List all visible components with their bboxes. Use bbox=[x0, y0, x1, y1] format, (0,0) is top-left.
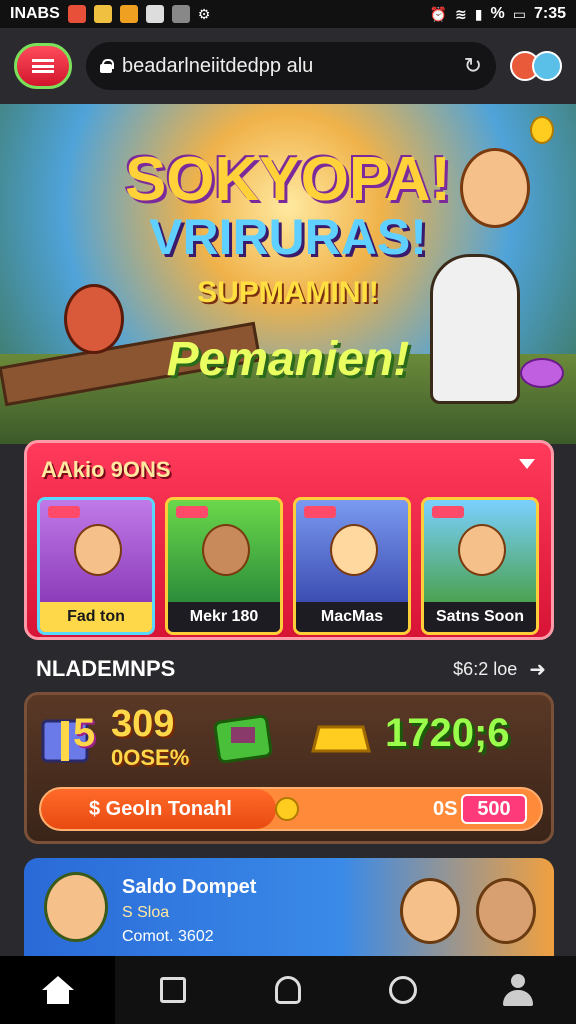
character-illustration bbox=[330, 524, 378, 576]
kid-character-illustration bbox=[400, 878, 460, 944]
progress-label: $ Geoln Tonahl bbox=[89, 798, 232, 820]
browser-bar: beadarlneiitdedpp alu ↻ bbox=[0, 28, 576, 104]
bonus-number: 309 bbox=[111, 703, 175, 745]
avatar-icon-2 bbox=[532, 51, 562, 81]
character-illustration bbox=[74, 524, 122, 576]
settings-icon: ⚙ bbox=[197, 5, 211, 22]
chat-icon bbox=[93, 5, 112, 23]
status-time: 7:35 bbox=[533, 5, 566, 22]
hero-title: SOKYOPA! bbox=[124, 145, 452, 214]
character-illustration bbox=[458, 524, 506, 576]
card-badge bbox=[176, 506, 208, 518]
bottom-nav-bar bbox=[0, 956, 576, 1024]
nav-shape[interactable] bbox=[230, 956, 345, 1024]
section-link[interactable]: $6:2 loe ➜ bbox=[453, 657, 546, 682]
d-app-icon bbox=[119, 5, 138, 23]
game-card-label: MacMas bbox=[296, 602, 408, 632]
circle-icon bbox=[389, 976, 418, 1004]
coin-icon bbox=[275, 797, 299, 821]
game-card[interactable]: MacMas bbox=[293, 497, 411, 635]
nav-recent[interactable] bbox=[115, 956, 230, 1024]
promo-caption: Comot. 3602 bbox=[122, 928, 214, 945]
battery-icon: ▭ bbox=[512, 5, 526, 22]
user-icon bbox=[502, 974, 534, 1006]
bonus-percent: 0OSE% bbox=[111, 745, 190, 770]
reload-icon[interactable]: ↻ bbox=[464, 53, 482, 79]
hero-banner[interactable]: SOKYOPA! VRIRURAS! SUPMAMINI! Pemanien! bbox=[0, 104, 576, 444]
progress-bar[interactable]: $ Geoln Tonahl 0S 500 bbox=[39, 787, 543, 831]
section-header: NLADEMNPS $6:2 loe ➜ bbox=[36, 656, 546, 682]
hero-subtitle: VRIRURAS! bbox=[149, 209, 427, 265]
progress-unit: 0S bbox=[433, 798, 458, 820]
status-carrier: INABS bbox=[10, 5, 60, 22]
treasure-chest-icon bbox=[213, 714, 273, 764]
url-text: beadarlneiitdedpp alu bbox=[122, 54, 314, 77]
coin-icon bbox=[530, 116, 554, 144]
url-field[interactable]: beadarlneiitdedpp alu ↻ bbox=[86, 42, 496, 90]
mail-icon bbox=[67, 5, 86, 23]
menu-button[interactable] bbox=[14, 43, 72, 89]
game-card[interactable]: Mekr 180 bbox=[165, 497, 283, 635]
promo-subtitle: S Sloa bbox=[122, 904, 170, 921]
promo-banner[interactable]: Saldo Dompet S Sloa Comot. 3602 bbox=[24, 858, 554, 958]
home-icon bbox=[41, 976, 74, 1004]
gold-bar-icon bbox=[311, 725, 371, 753]
card-badge bbox=[304, 506, 336, 518]
section-title: NLADEMNPS bbox=[36, 656, 176, 681]
card-badge bbox=[48, 506, 80, 518]
mascot-illustration bbox=[44, 872, 108, 942]
games-panel: AAkio 9ONS Fad ton Mekr 180 MacMas Satns… bbox=[24, 440, 554, 640]
kid-character-illustration bbox=[476, 878, 536, 944]
profile-avatars[interactable] bbox=[510, 51, 562, 81]
games-panel-title: AAkio 9ONS bbox=[41, 457, 171, 482]
battery-percent: % bbox=[490, 5, 505, 22]
square-icon bbox=[159, 977, 186, 1003]
nav-profile[interactable] bbox=[461, 956, 576, 1024]
hero-tagline: SUPMAMINI! bbox=[197, 276, 379, 309]
gift-number: 5 bbox=[73, 711, 96, 755]
alarm-icon: ⏰ bbox=[429, 5, 448, 22]
chevron-down-icon[interactable] bbox=[519, 459, 535, 469]
signal-icon: ▮ bbox=[474, 5, 483, 22]
game-card[interactable]: Satns Soon bbox=[421, 497, 539, 635]
character-illustration bbox=[202, 524, 250, 576]
status-bar: INABS ⚙ ⏰ ≋ ▮ % ▭ 7:35 bbox=[0, 0, 576, 28]
section-link-text: $6:2 loe bbox=[453, 658, 518, 679]
nav-home[interactable] bbox=[0, 956, 116, 1024]
camera-icon bbox=[171, 5, 190, 23]
promo-title: Saldo Dompet bbox=[122, 876, 257, 898]
lock-icon bbox=[100, 59, 114, 73]
game-card-label: Fad ton bbox=[40, 602, 152, 632]
arrow-right-icon: ➜ bbox=[529, 658, 546, 681]
photo-icon bbox=[145, 5, 164, 23]
game-card-label: Mekr 180 bbox=[168, 602, 280, 632]
hero-caption: Pemanien! bbox=[166, 333, 410, 386]
game-card-label: Satns Soon bbox=[424, 602, 536, 632]
wifi-icon: ≋ bbox=[455, 5, 467, 22]
menu-icon bbox=[32, 59, 54, 73]
shape-icon bbox=[275, 976, 301, 1004]
wallet-panel: 5 309 0OSE% 1720;6 $ Geoln Tonahl 0S 500 bbox=[24, 692, 554, 844]
card-badge bbox=[432, 506, 464, 518]
nav-circle[interactable] bbox=[346, 956, 461, 1024]
game-card[interactable]: Fad ton bbox=[37, 497, 155, 635]
progress-value-badge: 500 bbox=[461, 794, 527, 824]
balance-number: 1720;6 bbox=[385, 711, 510, 755]
